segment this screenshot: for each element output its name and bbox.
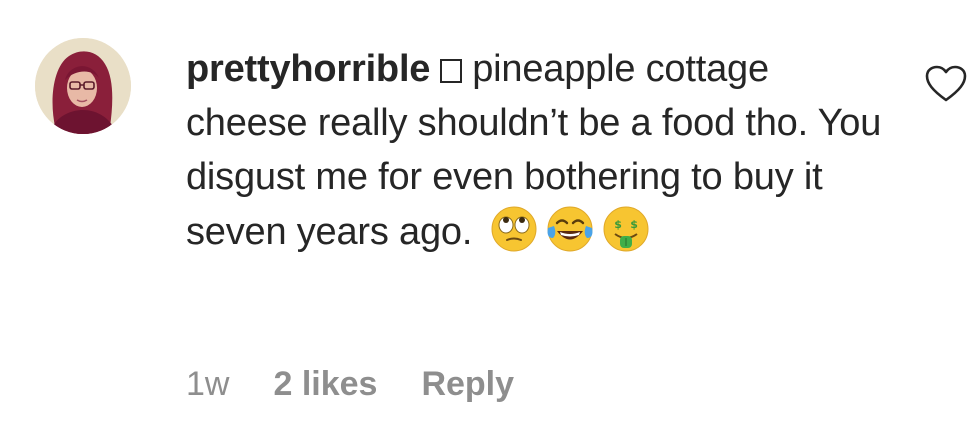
avatar-image	[35, 38, 131, 134]
svg-text:$: $	[614, 218, 621, 231]
reply-button[interactable]: Reply	[421, 362, 514, 406]
face-with-rolling-eyes-emoji	[489, 204, 539, 254]
face-with-tears-of-joy-emoji	[545, 204, 595, 254]
timestamp[interactable]: 1w	[186, 362, 229, 406]
likes-count-button[interactable]: 2 likes	[273, 362, 377, 406]
comment-body: prettyhorrible pineapple cottage cheese r…	[186, 42, 886, 259]
avatar[interactable]	[35, 38, 131, 134]
username-link[interactable]: prettyhorrible	[186, 48, 430, 90]
svg-text:$: $	[630, 218, 637, 231]
comment-meta: 1w 2 likes Reply	[186, 362, 514, 406]
like-heart-icon[interactable]	[924, 64, 968, 104]
box-glyph-icon	[440, 59, 463, 83]
money-mouth-face-emoji: $ $	[601, 204, 651, 254]
comment: prettyhorrible pineapple cottage cheese r…	[0, 0, 980, 432]
